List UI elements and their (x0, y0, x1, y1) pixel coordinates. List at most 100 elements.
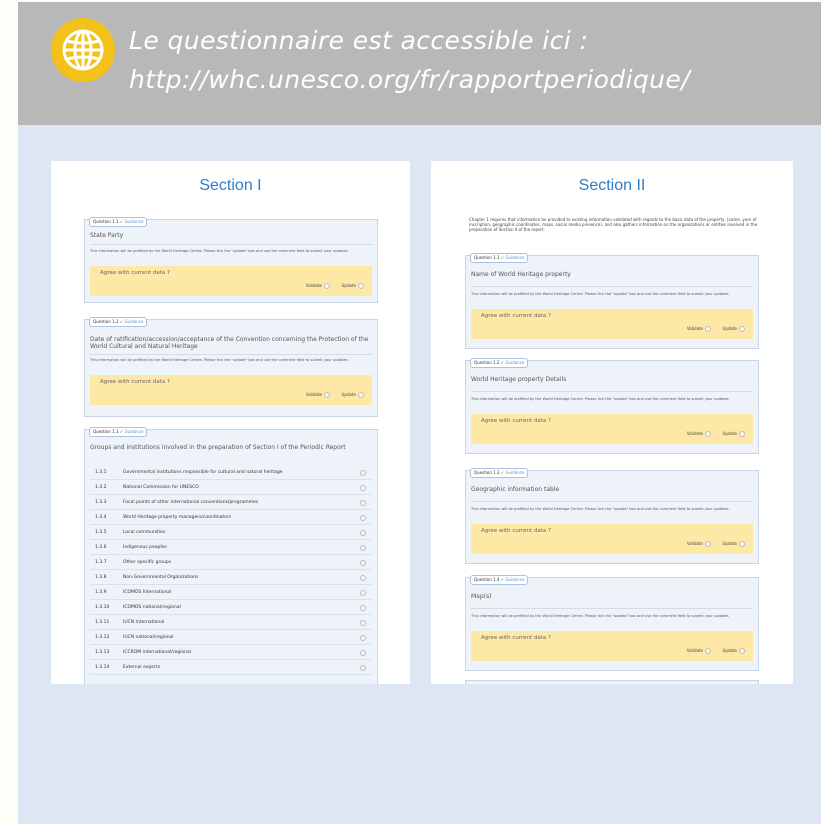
row-label: ICCROM international/regional (123, 650, 191, 655)
validate-option[interactable]: Validate (687, 648, 711, 654)
row-radio[interactable] (360, 605, 366, 611)
institution-row: 1.3.8 Non-Governmental Organizations (90, 571, 372, 585)
validate-option[interactable]: Validate (306, 283, 330, 289)
question-2-3-card: Question 1.3 ✓ Guidance Geographic infor… (465, 468, 759, 564)
row-number: 1.3.13 (95, 650, 110, 655)
row-number: 1.3.11 (95, 620, 110, 625)
institution-row: 1.3.6 Indigenous peoples (90, 541, 372, 555)
update-radio[interactable] (739, 431, 745, 437)
row-number: 1.3.8 (95, 575, 107, 580)
update-option[interactable]: Update (723, 541, 745, 547)
question-2-1-card: Question 1.1 ✓ Guidance Name of World He… (465, 253, 759, 349)
row-number: 1.3.4 (95, 515, 107, 520)
institution-row: 1.3.3 Focal points of other international… (90, 496, 372, 510)
institution-row: 1.3.7 Other specific groups (90, 556, 372, 570)
row-number: 1.3.3 (95, 500, 107, 505)
institution-row: 1.3.10 ICOMOS national/regional (90, 601, 372, 615)
question-title: World Heritage property Details (471, 376, 567, 383)
update-option[interactable]: Update (342, 392, 364, 398)
validate-option[interactable]: Validate (687, 431, 711, 437)
institution-row: 1.3.1 Governmental institutions responsib… (90, 466, 372, 480)
row-number: 1.3.5 (95, 530, 107, 535)
question-2-2-card: Question 1.2 ✓ Guidance World Heritage p… (465, 358, 759, 454)
validate-option[interactable]: Validate (306, 392, 330, 398)
row-radio[interactable] (360, 575, 366, 581)
row-radio[interactable] (360, 500, 366, 506)
section-2-intro: Chapter 1 requires that information be p… (469, 217, 758, 232)
validate-radio[interactable] (324, 283, 330, 289)
question-tag: Question 1.2 ✓ Guidance (89, 317, 148, 327)
banner-line-1: Le questionnaire est accessible ici : (129, 26, 589, 55)
institution-row: 1.3.12 IUCN national/regional (90, 631, 372, 645)
validate-radio[interactable] (705, 431, 711, 437)
question-title: Groups and institutions involved in the … (90, 444, 346, 451)
institution-row: 1.3.9 ICOMOS International (90, 586, 372, 600)
row-number: 1.3.12 (95, 635, 110, 640)
agree-label: Agree with current data ? (481, 313, 551, 319)
question-tag: Question 1.1 ✓ Guidance (89, 217, 148, 227)
row-number: 1.3.2 (95, 485, 107, 490)
validate-option[interactable]: Validate (687, 326, 711, 332)
question-info: This information will be prefilled by th… (90, 358, 348, 362)
section-1-title: Section I (199, 177, 262, 194)
update-option[interactable]: Update (723, 326, 745, 332)
row-number: 1.3.14 (95, 665, 110, 670)
row-number: 1.3.6 (95, 545, 107, 550)
row-radio[interactable] (360, 515, 366, 521)
row-radio[interactable] (360, 590, 366, 596)
validate-radio[interactable] (324, 392, 330, 398)
institution-row: 1.3.5 Local communities (90, 526, 372, 540)
row-radio[interactable] (360, 470, 366, 476)
slide-frame: Le questionnaire est accessible ici : ht… (0, 0, 821, 824)
agree-box: Agree with current data ? Validate Updat… (90, 375, 372, 405)
institution-row: 1.3.4 World Heritage property managers/co… (90, 511, 372, 525)
row-radio[interactable] (360, 560, 366, 566)
question-title: State Party (90, 232, 124, 239)
row-number: 1.3.10 (95, 605, 110, 610)
question-1-2-card: Question 1.2 ✓ Guidance Date of ratifica… (84, 317, 378, 417)
row-label: ICOMOS International (123, 590, 172, 595)
row-radio[interactable] (360, 545, 366, 551)
agree-label: Agree with current data ? (481, 418, 551, 424)
update-radio[interactable] (358, 283, 364, 289)
validate-radio[interactable] (705, 648, 711, 654)
institution-row: 1.3.2 National Commission for UNESCO (90, 481, 372, 495)
question-tag: Question 1.1 ✓ Guidance (470, 253, 529, 263)
banner-url[interactable]: http://whc.unesco.org/fr/rapportperiodiq… (129, 60, 690, 99)
globe-icon (51, 18, 115, 82)
question-title: Geographic information table (471, 486, 560, 493)
row-radio[interactable] (360, 635, 366, 641)
row-radio[interactable] (360, 665, 366, 671)
validate-radio[interactable] (705, 326, 711, 332)
validate-radio[interactable] (705, 541, 711, 547)
row-label: External experts (123, 665, 161, 670)
question-info: This information will be prefilled by th… (90, 249, 348, 253)
agree-box: Agree with current data ? Validate Updat… (471, 631, 753, 661)
row-radio[interactable] (360, 485, 366, 491)
update-option[interactable]: Update (342, 283, 364, 289)
agree-label: Agree with current data ? (100, 270, 170, 276)
question-tag: Question 1.2 ✓ Guidance (470, 358, 529, 368)
update-radio[interactable] (739, 326, 745, 332)
agree-box: Agree with current data ? Validate Updat… (471, 309, 753, 339)
update-radio[interactable] (739, 541, 745, 547)
row-number: 1.3.7 (95, 560, 107, 565)
update-option[interactable]: Update (723, 431, 745, 437)
row-radio[interactable] (360, 650, 366, 656)
row-radio[interactable] (360, 620, 366, 626)
update-radio[interactable] (739, 648, 745, 654)
agree-box: Agree with current data ? Validate Updat… (90, 266, 372, 296)
row-number: 1.3.9 (95, 590, 107, 595)
validate-option[interactable]: Validate (687, 541, 711, 547)
section-2-title: Section II (578, 177, 646, 194)
row-radio[interactable] (360, 530, 366, 536)
institution-row: 1.3.13 ICCROM international/regional (90, 646, 372, 660)
update-option[interactable]: Update (723, 648, 745, 654)
update-radio[interactable] (358, 392, 364, 398)
row-label: Governmental institutions responsible fo… (123, 470, 283, 475)
question-1-3-card: Question 1.3 ✓ Guidance Groups and insti… (84, 427, 378, 684)
agree-box: Agree with current data ? Validate Updat… (471, 524, 753, 554)
section-2-screenshot: Section II Chapter 1 requires that infor… (431, 161, 793, 684)
question-info: This information will be prefilled by th… (471, 397, 729, 401)
row-number: 1.3.1 (95, 470, 107, 475)
